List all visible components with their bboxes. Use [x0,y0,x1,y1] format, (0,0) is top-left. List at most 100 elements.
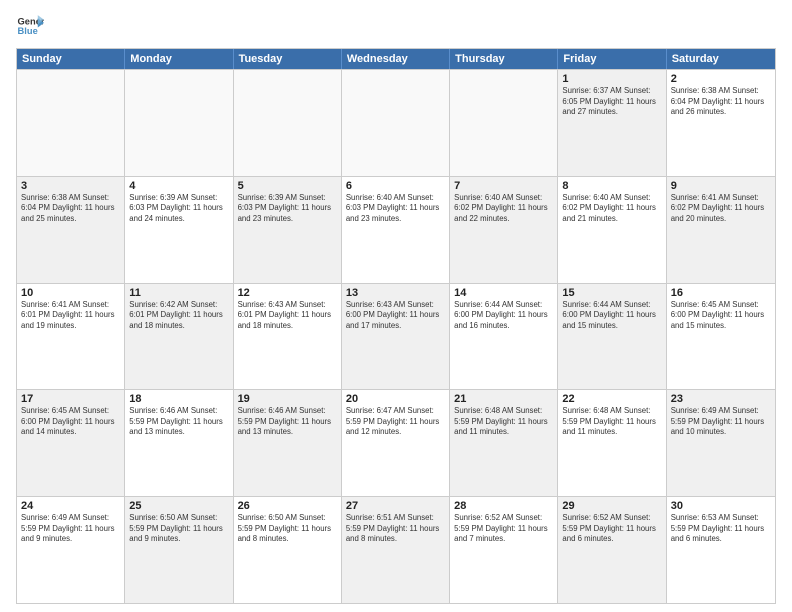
calendar-day-15: 15Sunrise: 6:44 AM Sunset: 6:00 PM Dayli… [558,284,666,390]
day-info: Sunrise: 6:49 AM Sunset: 5:59 PM Dayligh… [21,513,120,545]
calendar-day-29: 29Sunrise: 6:52 AM Sunset: 5:59 PM Dayli… [558,497,666,603]
day-number: 13 [346,287,445,299]
calendar-day-17: 17Sunrise: 6:45 AM Sunset: 6:00 PM Dayli… [17,390,125,496]
calendar-empty-cell [125,70,233,176]
day-number: 12 [238,287,337,299]
calendar-day-6: 6Sunrise: 6:40 AM Sunset: 6:03 PM Daylig… [342,177,450,283]
day-info: Sunrise: 6:41 AM Sunset: 6:01 PM Dayligh… [21,300,120,332]
day-info: Sunrise: 6:40 AM Sunset: 6:02 PM Dayligh… [454,193,553,225]
day-number: 17 [21,393,120,405]
calendar-day-30: 30Sunrise: 6:53 AM Sunset: 5:59 PM Dayli… [667,497,775,603]
day-number: 22 [562,393,661,405]
calendar-day-5: 5Sunrise: 6:39 AM Sunset: 6:03 PM Daylig… [234,177,342,283]
calendar-day-13: 13Sunrise: 6:43 AM Sunset: 6:00 PM Dayli… [342,284,450,390]
day-number: 2 [671,73,771,85]
day-number: 24 [21,500,120,512]
calendar-day-19: 19Sunrise: 6:46 AM Sunset: 5:59 PM Dayli… [234,390,342,496]
day-info: Sunrise: 6:52 AM Sunset: 5:59 PM Dayligh… [454,513,553,545]
day-info: Sunrise: 6:40 AM Sunset: 6:03 PM Dayligh… [346,193,445,225]
day-number: 20 [346,393,445,405]
calendar-day-14: 14Sunrise: 6:44 AM Sunset: 6:00 PM Dayli… [450,284,558,390]
day-info: Sunrise: 6:48 AM Sunset: 5:59 PM Dayligh… [562,406,661,438]
calendar-week-4: 17Sunrise: 6:45 AM Sunset: 6:00 PM Dayli… [17,389,775,496]
calendar-day-2: 2Sunrise: 6:38 AM Sunset: 6:04 PM Daylig… [667,70,775,176]
calendar-day-3: 3Sunrise: 6:38 AM Sunset: 6:04 PM Daylig… [17,177,125,283]
page: General Blue SundayMondayTuesdayWednesda… [0,0,792,612]
day-number: 25 [129,500,228,512]
calendar-week-2: 3Sunrise: 6:38 AM Sunset: 6:04 PM Daylig… [17,176,775,283]
day-number: 23 [671,393,771,405]
day-info: Sunrise: 6:45 AM Sunset: 6:00 PM Dayligh… [21,406,120,438]
header-day-wednesday: Wednesday [342,49,450,69]
day-info: Sunrise: 6:45 AM Sunset: 6:00 PM Dayligh… [671,300,771,332]
day-number: 19 [238,393,337,405]
calendar-empty-cell [234,70,342,176]
calendar-day-23: 23Sunrise: 6:49 AM Sunset: 5:59 PM Dayli… [667,390,775,496]
day-number: 10 [21,287,120,299]
day-number: 7 [454,180,553,192]
day-info: Sunrise: 6:38 AM Sunset: 6:04 PM Dayligh… [671,86,771,118]
day-number: 30 [671,500,771,512]
calendar-day-18: 18Sunrise: 6:46 AM Sunset: 5:59 PM Dayli… [125,390,233,496]
calendar-day-22: 22Sunrise: 6:48 AM Sunset: 5:59 PM Dayli… [558,390,666,496]
calendar-day-28: 28Sunrise: 6:52 AM Sunset: 5:59 PM Dayli… [450,497,558,603]
header-day-thursday: Thursday [450,49,558,69]
day-number: 16 [671,287,771,299]
calendar: SundayMondayTuesdayWednesdayThursdayFrid… [16,48,776,604]
calendar-day-8: 8Sunrise: 6:40 AM Sunset: 6:02 PM Daylig… [558,177,666,283]
day-number: 8 [562,180,661,192]
day-number: 5 [238,180,337,192]
day-info: Sunrise: 6:44 AM Sunset: 6:00 PM Dayligh… [562,300,661,332]
header-day-friday: Friday [558,49,666,69]
calendar-header: SundayMondayTuesdayWednesdayThursdayFrid… [17,49,775,69]
calendar-day-20: 20Sunrise: 6:47 AM Sunset: 5:59 PM Dayli… [342,390,450,496]
calendar-day-12: 12Sunrise: 6:43 AM Sunset: 6:01 PM Dayli… [234,284,342,390]
calendar-week-1: 1Sunrise: 6:37 AM Sunset: 6:05 PM Daylig… [17,69,775,176]
day-info: Sunrise: 6:51 AM Sunset: 5:59 PM Dayligh… [346,513,445,545]
calendar-day-4: 4Sunrise: 6:39 AM Sunset: 6:03 PM Daylig… [125,177,233,283]
logo-icon: General Blue [16,12,44,40]
day-info: Sunrise: 6:48 AM Sunset: 5:59 PM Dayligh… [454,406,553,438]
day-info: Sunrise: 6:42 AM Sunset: 6:01 PM Dayligh… [129,300,228,332]
day-number: 4 [129,180,228,192]
header-day-monday: Monday [125,49,233,69]
calendar-week-3: 10Sunrise: 6:41 AM Sunset: 6:01 PM Dayli… [17,283,775,390]
day-number: 14 [454,287,553,299]
day-number: 3 [21,180,120,192]
day-number: 18 [129,393,228,405]
day-info: Sunrise: 6:39 AM Sunset: 6:03 PM Dayligh… [129,193,228,225]
calendar-day-26: 26Sunrise: 6:50 AM Sunset: 5:59 PM Dayli… [234,497,342,603]
calendar-day-16: 16Sunrise: 6:45 AM Sunset: 6:00 PM Dayli… [667,284,775,390]
calendar-day-25: 25Sunrise: 6:50 AM Sunset: 5:59 PM Dayli… [125,497,233,603]
calendar-empty-cell [342,70,450,176]
calendar-empty-cell [17,70,125,176]
day-number: 1 [562,73,661,85]
svg-text:Blue: Blue [18,26,38,36]
day-info: Sunrise: 6:49 AM Sunset: 5:59 PM Dayligh… [671,406,771,438]
day-info: Sunrise: 6:50 AM Sunset: 5:59 PM Dayligh… [238,513,337,545]
header-day-tuesday: Tuesday [234,49,342,69]
calendar-day-27: 27Sunrise: 6:51 AM Sunset: 5:59 PM Dayli… [342,497,450,603]
calendar-day-1: 1Sunrise: 6:37 AM Sunset: 6:05 PM Daylig… [558,70,666,176]
calendar-day-7: 7Sunrise: 6:40 AM Sunset: 6:02 PM Daylig… [450,177,558,283]
calendar-day-9: 9Sunrise: 6:41 AM Sunset: 6:02 PM Daylig… [667,177,775,283]
header-day-saturday: Saturday [667,49,775,69]
calendar-day-21: 21Sunrise: 6:48 AM Sunset: 5:59 PM Dayli… [450,390,558,496]
calendar-week-5: 24Sunrise: 6:49 AM Sunset: 5:59 PM Dayli… [17,496,775,603]
day-number: 11 [129,287,228,299]
day-info: Sunrise: 6:43 AM Sunset: 6:00 PM Dayligh… [346,300,445,332]
day-info: Sunrise: 6:40 AM Sunset: 6:02 PM Dayligh… [562,193,661,225]
day-info: Sunrise: 6:41 AM Sunset: 6:02 PM Dayligh… [671,193,771,225]
day-number: 21 [454,393,553,405]
day-info: Sunrise: 6:53 AM Sunset: 5:59 PM Dayligh… [671,513,771,545]
day-info: Sunrise: 6:43 AM Sunset: 6:01 PM Dayligh… [238,300,337,332]
calendar-empty-cell [450,70,558,176]
calendar-day-10: 10Sunrise: 6:41 AM Sunset: 6:01 PM Dayli… [17,284,125,390]
day-info: Sunrise: 6:50 AM Sunset: 5:59 PM Dayligh… [129,513,228,545]
day-info: Sunrise: 6:37 AM Sunset: 6:05 PM Dayligh… [562,86,661,118]
day-number: 29 [562,500,661,512]
day-number: 6 [346,180,445,192]
day-number: 28 [454,500,553,512]
day-number: 27 [346,500,445,512]
day-info: Sunrise: 6:39 AM Sunset: 6:03 PM Dayligh… [238,193,337,225]
